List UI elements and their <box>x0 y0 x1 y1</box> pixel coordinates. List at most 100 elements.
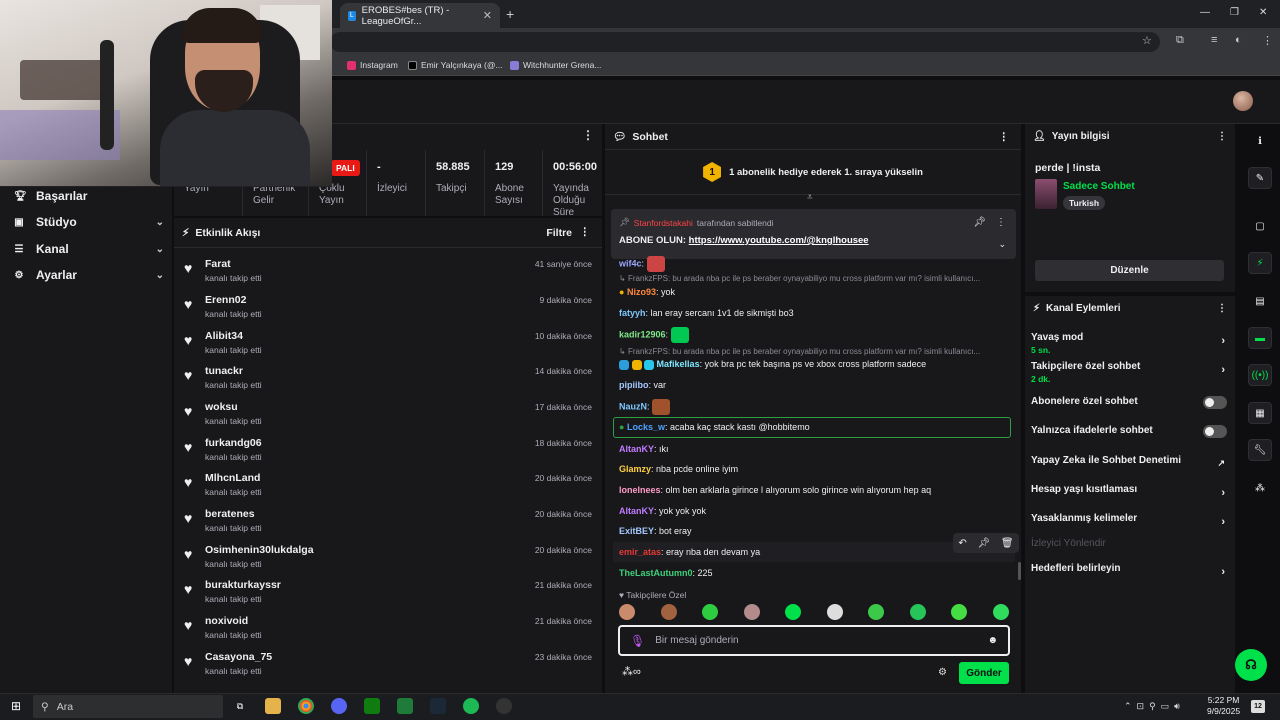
extensions-icon[interactable]: ⧉ <box>1176 34 1184 47</box>
edit-icon[interactable]: ✎ <box>1248 167 1272 189</box>
media-icon[interactable]: ≡ <box>1211 34 1217 46</box>
chat-message[interactable]: lonelnees: olm ben arklarla girince l al… <box>619 485 1014 495</box>
collapse-icon[interactable]: ⩡ <box>807 192 813 203</box>
chat-username[interactable]: lonelnees <box>619 485 661 495</box>
chat-username[interactable]: kadir12906 <box>619 329 666 339</box>
chat-username[interactable]: TheLastAutumn0 <box>619 568 693 578</box>
chat-settings-icon[interactable]: ⚙ <box>938 667 947 678</box>
maximize-icon[interactable]: ❐ <box>1230 7 1239 18</box>
xbox-icon[interactable] <box>364 698 380 714</box>
steam-icon[interactable] <box>430 698 446 714</box>
chat-scrollbar[interactable] <box>1018 562 1021 580</box>
emote[interactable] <box>743 604 760 620</box>
chat-username[interactable]: Mafikellas <box>657 359 700 369</box>
chat-username[interactable]: Locks_w <box>627 422 665 432</box>
spotify-icon[interactable] <box>463 698 479 714</box>
bookmark-x[interactable]: Emir Yalçınkaya (@... <box>408 60 503 70</box>
chat-username[interactable]: fatyyh <box>619 308 646 318</box>
more-options-icon[interactable]: ⋮ <box>1217 303 1227 314</box>
points-icon[interactable]: ⁂∞ <box>622 665 641 678</box>
bookmark-instagram[interactable]: Instagram <box>347 60 398 70</box>
discord-icon[interactable] <box>331 698 347 714</box>
hype-banner[interactable]: 1 1 abonelik hediye ederek 1. sıraya yük… <box>605 150 1021 195</box>
tag-badge[interactable]: Turkish <box>1063 196 1106 210</box>
emote[interactable] <box>868 604 885 620</box>
channel-action-item[interactable]: Hesap yaşı kısıtlaması › <box>1031 484 1229 499</box>
emote[interactable] <box>951 604 968 620</box>
emote[interactable] <box>702 604 719 620</box>
channel-action-item[interactable]: Takipçilere özel sohbet 2 dk. › <box>1031 361 1229 384</box>
chrome-icon[interactable] <box>298 698 314 714</box>
emote[interactable] <box>826 604 843 620</box>
feed-item[interactable]: ♥ Osimhenin30lukdalga kanalı takip etti 20 … <box>184 541 594 577</box>
bookmark-witchhunter[interactable]: Witchhunter Grena... <box>510 60 601 70</box>
chat-message[interactable]: AltanKY: yok yok yok <box>619 506 1014 516</box>
minimize-icon[interactable]: — <box>1200 7 1210 18</box>
more-options-icon[interactable]: ⋮ <box>582 128 594 142</box>
more-options-icon[interactable]: ⋮ <box>1217 131 1227 142</box>
chat-username[interactable]: pipiibo <box>619 380 649 390</box>
chat-username[interactable]: wif4c <box>619 258 642 268</box>
info-icon[interactable]: ℹ <box>1248 130 1272 152</box>
feed-item[interactable]: ♥ tunackr kanalı takip etti 14 dakika önce <box>184 362 594 398</box>
pinned-link[interactable]: https://www.youtube.com/@knglhousee <box>689 235 869 246</box>
emote[interactable] <box>909 604 926 620</box>
channel-action-item[interactable]: Yalnızca ifadelerle sohbet <box>1031 425 1229 438</box>
chat-username[interactable]: Glamzy <box>619 464 651 474</box>
chat-message[interactable]: AltanKY: ıkı <box>619 444 1014 454</box>
broadcast-icon[interactable]: ((•)) <box>1248 364 1272 386</box>
chat-bubble-icon[interactable]: ▬ <box>1248 327 1272 349</box>
feed-item[interactable]: ♥ burakturkayssr kanalı takip etti 21 dakik… <box>184 576 594 612</box>
windows-start-icon[interactable]: ⊞ <box>8 698 24 714</box>
task-view-icon[interactable]: ⧉ <box>232 698 248 714</box>
feed-item[interactable]: ♥ woksu kanalı takip etti 17 dakika önce <box>184 398 594 434</box>
feed-item[interactable]: ♥ beratenes kanalı takip etti 20 dakika önc… <box>184 505 594 541</box>
more-options-icon[interactable]: ⋮ <box>996 217 1006 228</box>
bookmark-star-icon[interactable]: ☆ <box>1142 34 1152 47</box>
notification-badge[interactable]: 12 <box>1251 700 1265 713</box>
sidebar-item-channel[interactable]: ☰ Kanal ⌄ <box>14 242 164 256</box>
obs-icon[interactable] <box>496 698 512 714</box>
emoji-icon[interactable]: ☻ <box>987 635 998 646</box>
points-icon[interactable]: ⁂ <box>1248 477 1272 499</box>
chat-username[interactable]: NauzN <box>619 401 647 411</box>
feed-item[interactable]: ♥ noxivoid kanalı takip etti 21 dakika önce <box>184 612 594 648</box>
more-options-icon[interactable]: ⋮ <box>580 226 591 238</box>
browser-tab[interactable]: L EROBES#bes (TR) - LeagueOfGr... ✕ <box>340 3 500 28</box>
profile-icon[interactable]: ◐ <box>1235 34 1242 46</box>
edit-button[interactable]: Düzenle <box>1035 260 1224 281</box>
emote[interactable] <box>992 604 1009 620</box>
emote[interactable] <box>785 604 802 620</box>
chat-message[interactable]: TheLastAutumn0: 225 <box>619 568 1014 578</box>
clock[interactable]: 5:22 PM 9/9/2025 <box>1207 695 1240 717</box>
wrench-icon[interactable]: 🔧︎ <box>1248 439 1272 461</box>
send-button[interactable]: Gönder <box>959 662 1009 684</box>
feed-item[interactable]: ♥ Alibit34 kanalı takip etti 10 dakika önce <box>184 327 594 363</box>
close-icon[interactable]: ✕ <box>483 9 492 22</box>
toggle-switch[interactable] <box>1203 425 1227 438</box>
app-icon[interactable] <box>397 698 413 714</box>
more-options-icon[interactable]: ⋮ <box>999 131 1010 143</box>
toggle-switch[interactable] <box>1203 396 1227 409</box>
chevron-down-icon[interactable]: ⌄ <box>998 239 1006 250</box>
feed-item[interactable]: ♥ MlhcnLand kanalı takip etti 20 dakika önc… <box>184 469 594 505</box>
chat-message[interactable]: wif4c: <box>619 256 1014 272</box>
window-close-icon[interactable]: ✕ <box>1259 7 1267 18</box>
chat-message[interactable]: ● Locks_w: acaba kaç stack kastı @hobbit… <box>619 422 1014 432</box>
channel-action-item[interactable]: Yasaklanmış kelimeler › <box>1031 513 1229 528</box>
chat-input[interactable]: 🎙︎ Bir mesaj gönderin ☻ <box>618 625 1010 656</box>
system-tray[interactable]: ⌃⊡⚲▭🔊︎ <box>1124 701 1185 712</box>
taskbar-search[interactable]: ⚲ Ara <box>33 695 223 718</box>
reply-icon[interactable]: ↶ <box>958 538 966 549</box>
chat-message[interactable]: Glamzy: nba pcde online iyim <box>619 464 1014 474</box>
emote[interactable] <box>660 604 677 620</box>
document-icon[interactable]: ▤ <box>1248 290 1272 312</box>
emote[interactable] <box>619 604 635 620</box>
unpin-icon[interactable]: 📌︎ <box>973 217 986 228</box>
filter-button[interactable]: Filtre <box>546 227 572 239</box>
chat-username[interactable]: ExitBEY <box>619 526 654 536</box>
feed-item[interactable]: ♥ Casayona_75 kanalı takip etti 23 dakika ö… <box>184 648 594 684</box>
chat-message[interactable]: ● Nizo93: yok <box>619 287 1014 297</box>
pinned-message[interactable]: 📌︎ Stanfordstakahi tarafından sabitlendi A… <box>611 209 1016 259</box>
file-explorer-icon[interactable] <box>265 698 281 714</box>
